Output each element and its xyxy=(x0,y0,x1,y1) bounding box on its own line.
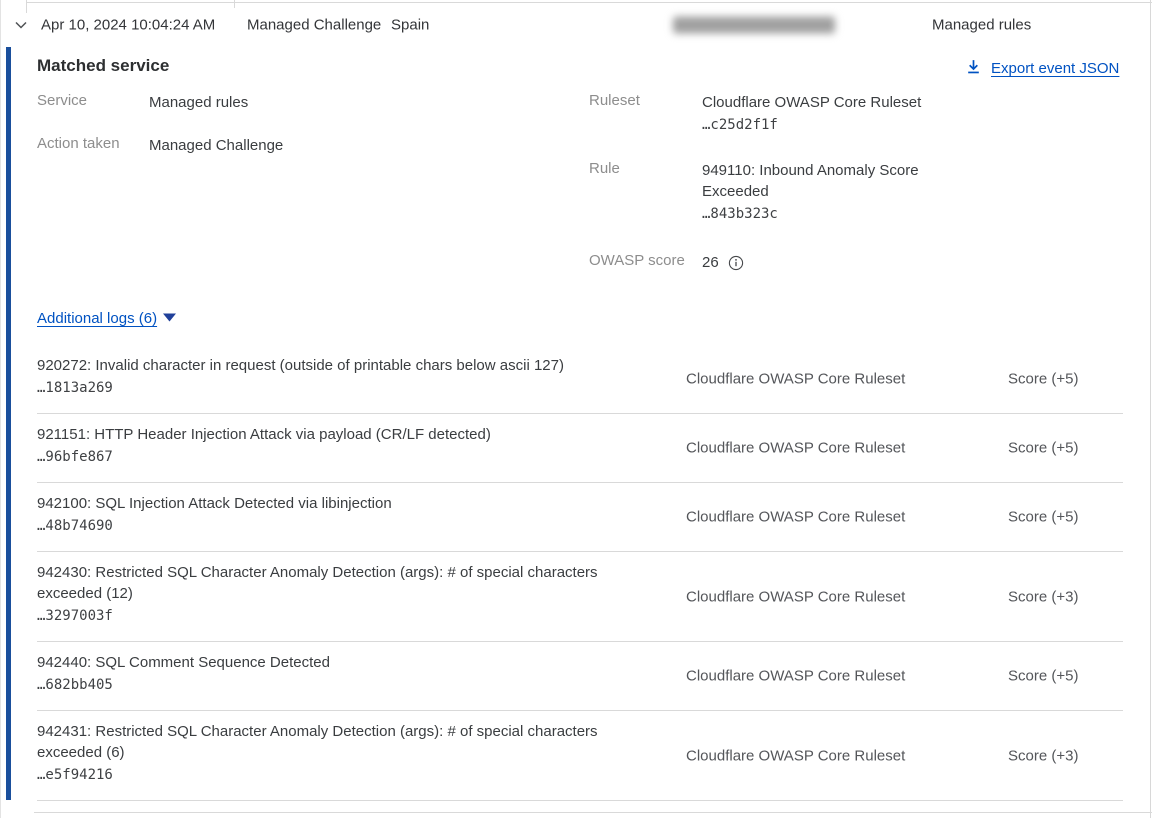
log-row: 942440: SQL Comment Sequence Detected …6… xyxy=(37,642,1123,711)
event-detail-body: Matched service Export event JSON Servic… xyxy=(1,46,1152,818)
event-timestamp: Apr 10, 2024 10:04:24 AM xyxy=(41,16,215,33)
ruleset-value: Cloudflare OWASP Core Ruleset …c25d2f1f xyxy=(702,92,942,137)
owasp-score-value-group: 26 xyxy=(702,252,744,273)
rule-id-hash: …843b323c xyxy=(702,202,942,226)
log-row: 942431: Restricted SQL Character Anomaly… xyxy=(37,711,1123,801)
event-row[interactable]: Apr 10, 2024 10:04:24 AM Managed Challen… xyxy=(1,3,1152,46)
log-score: Score (+3) xyxy=(1008,747,1078,764)
action-taken-value: Managed Challenge xyxy=(149,135,283,156)
service-value: Managed rules xyxy=(149,92,248,113)
ruleset-name: Cloudflare OWASP Core Ruleset xyxy=(702,94,921,111)
log-row: 942430: Restricted SQL Character Anomaly… xyxy=(37,552,1123,642)
log-description: 942430: Restricted SQL Character Anomaly… xyxy=(37,562,635,604)
info-icon[interactable] xyxy=(728,255,744,271)
log-rule-hash: …1813a269 xyxy=(37,376,635,400)
export-event-json-label: Export event JSON xyxy=(991,60,1119,77)
log-rule-hash: …3297003f xyxy=(37,604,635,628)
log-ruleset: Cloudflare OWASP Core Ruleset xyxy=(686,440,905,457)
log-description: 920272: Invalid character in request (ou… xyxy=(37,355,635,376)
log-row: 942100: SQL Injection Attack Detected vi… xyxy=(37,483,1123,552)
owasp-score-value: 26 xyxy=(702,252,719,273)
selected-row-accent-bar xyxy=(6,47,11,800)
log-ruleset: Cloudflare OWASP Core Ruleset xyxy=(686,509,905,526)
ruleset-id-hash: …c25d2f1f xyxy=(702,113,942,137)
log-row: 920272: Invalid character in request (ou… xyxy=(37,345,1123,414)
table-bottom-border xyxy=(34,812,1152,813)
log-ruleset: Cloudflare OWASP Core Ruleset xyxy=(686,588,905,605)
log-score: Score (+5) xyxy=(1008,440,1078,457)
event-country: Spain xyxy=(391,16,429,33)
log-description: 942431: Restricted SQL Character Anomaly… xyxy=(37,721,635,763)
log-row: 921151: HTTP Header Injection Attack via… xyxy=(37,414,1123,483)
redacted-host-field xyxy=(673,16,835,33)
export-event-json-button[interactable]: Export event JSON xyxy=(965,58,1119,79)
log-rule-hash: …48b74690 xyxy=(37,514,635,538)
action-taken-label: Action taken xyxy=(37,135,120,152)
log-description: 942100: SQL Injection Attack Detected vi… xyxy=(37,493,635,514)
log-ruleset: Cloudflare OWASP Core Ruleset xyxy=(686,668,905,685)
log-ruleset: Cloudflare OWASP Core Ruleset xyxy=(686,747,905,764)
rule-name: 949110: Inbound Anomaly Score Exceeded xyxy=(702,162,919,200)
log-score: Score (+3) xyxy=(1008,588,1078,605)
security-event-panel: Apr 10, 2024 10:04:24 AM Managed Challen… xyxy=(0,0,1151,818)
service-label: Service xyxy=(37,92,87,109)
additional-logs-label: Additional logs (6) xyxy=(37,310,157,327)
log-score: Score (+5) xyxy=(1008,371,1078,388)
chevron-down-icon[interactable] xyxy=(12,16,30,34)
event-service: Managed rules xyxy=(932,16,1031,33)
log-rule-hash: …e5f94216 xyxy=(37,763,635,787)
log-rule-hash: …682bb405 xyxy=(37,673,635,697)
additional-logs-table: 920272: Invalid character in request (ou… xyxy=(37,345,1123,801)
rule-label: Rule xyxy=(589,160,620,177)
log-score: Score (+5) xyxy=(1008,509,1078,526)
log-rule-hash: …96bfe867 xyxy=(37,445,635,469)
download-icon xyxy=(965,58,982,79)
log-description: 942440: SQL Comment Sequence Detected xyxy=(37,652,635,673)
additional-logs-toggle[interactable]: Additional logs (6) xyxy=(37,310,177,327)
log-description: 921151: HTTP Header Injection Attack via… xyxy=(37,424,635,445)
log-score: Score (+5) xyxy=(1008,668,1078,685)
owasp-score-label: OWASP score xyxy=(589,252,685,269)
log-ruleset: Cloudflare OWASP Core Ruleset xyxy=(686,371,905,388)
event-action: Managed Challenge xyxy=(247,16,381,33)
matched-service-title: Matched service xyxy=(37,56,169,76)
caret-down-icon xyxy=(162,310,177,327)
ruleset-label: Ruleset xyxy=(589,92,640,109)
rule-value: 949110: Inbound Anomaly Score Exceeded …… xyxy=(702,160,942,226)
